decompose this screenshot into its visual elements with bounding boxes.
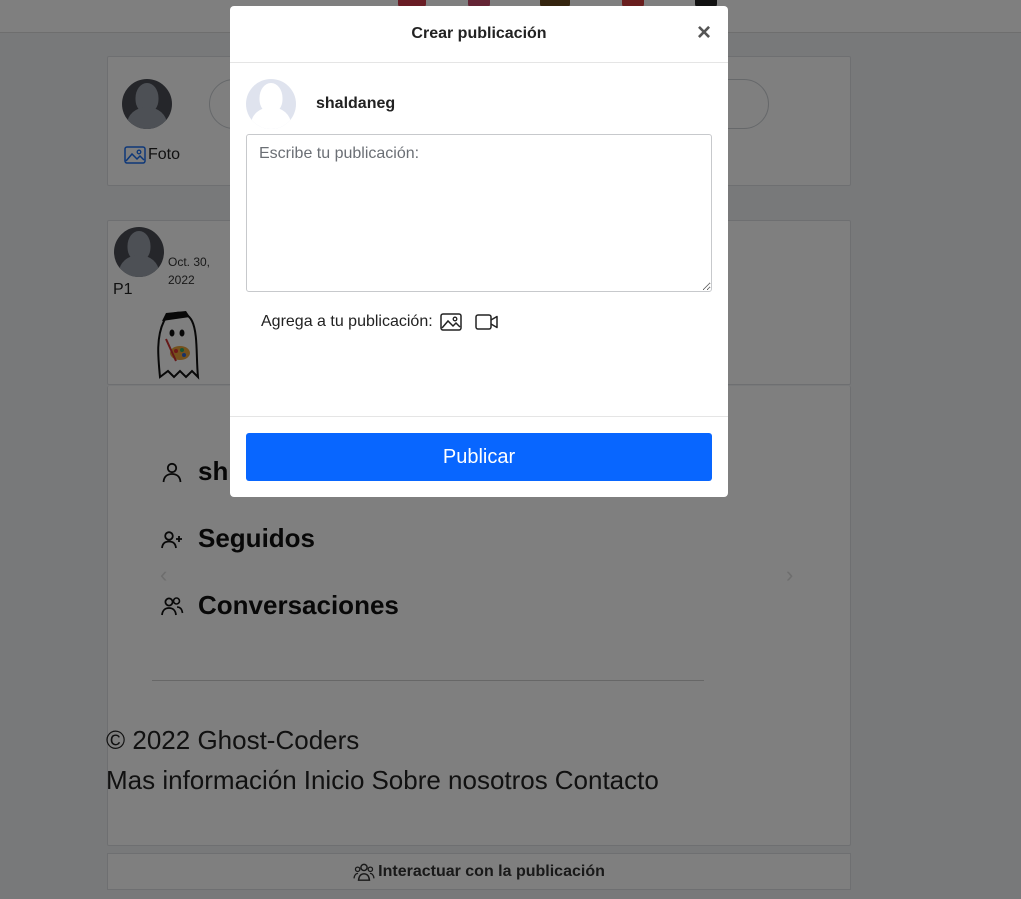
create-post-modal: Crear publicación × shaldaneg Agrega a t… [230, 6, 728, 497]
close-button[interactable]: × [692, 20, 716, 46]
modal-title: Crear publicación [411, 25, 547, 42]
publish-button[interactable]: Publicar [246, 433, 712, 481]
post-textarea[interactable] [246, 134, 712, 292]
add-to-post-label: Agrega a tu publicación: [261, 313, 433, 330]
video-camera-icon[interactable] [474, 310, 499, 334]
modal-footer: Publicar [230, 416, 728, 497]
username: shaldaneg [316, 95, 396, 112]
avatar [246, 79, 296, 129]
image-icon[interactable] [439, 310, 463, 334]
add-to-post-row: Agrega a tu publicación: [261, 310, 499, 334]
modal-header: Crear publicación × [230, 6, 728, 63]
